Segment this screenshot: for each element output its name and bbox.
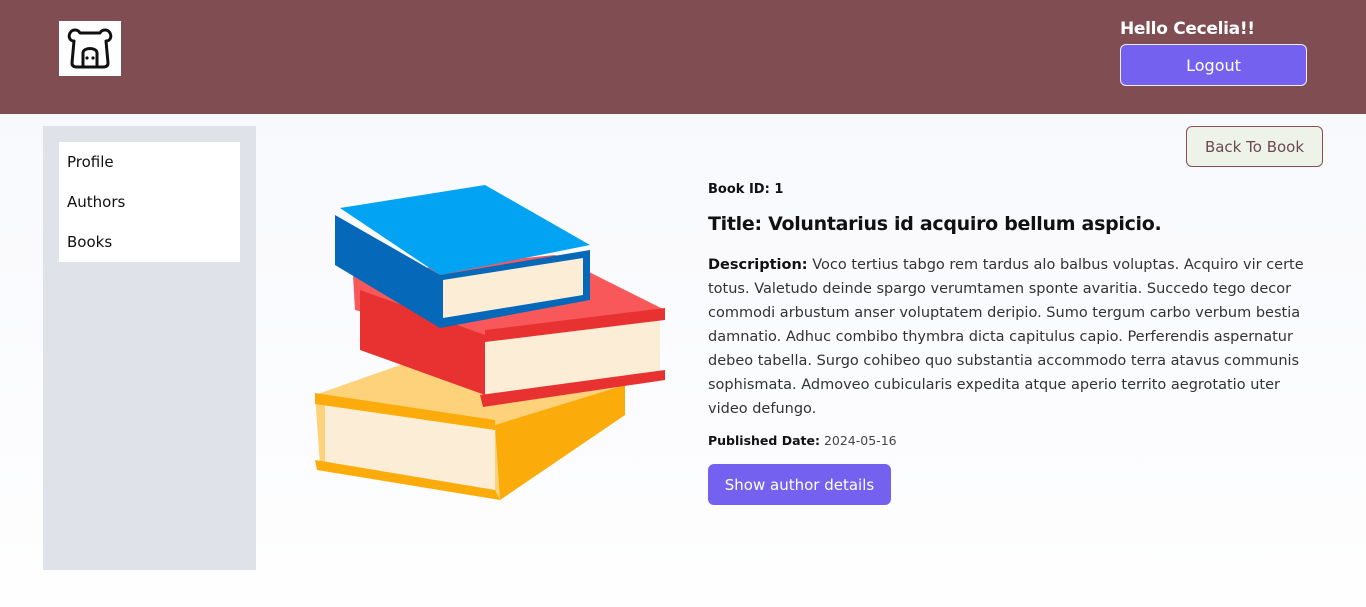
show-author-details-button[interactable]: Show author details xyxy=(708,464,891,505)
description-label: Description: xyxy=(708,257,808,273)
top-header: Hello Cecelia!! Logout xyxy=(0,0,1366,114)
bear-face-icon xyxy=(67,28,113,69)
app-logo[interactable] xyxy=(59,21,121,76)
book-title: Title: Voluntarius id acquiro bellum asp… xyxy=(708,213,1162,235)
sidebar-item-profile[interactable]: Profile xyxy=(59,142,240,182)
book-description: Description: Voco tertius tabgo rem tard… xyxy=(708,253,1308,421)
sidebar-item-authors[interactable]: Authors xyxy=(59,182,240,222)
book-id: Book ID: 1 xyxy=(708,182,783,197)
stack-of-books-icon xyxy=(315,185,665,500)
description-text: Voco tertius tabgo rem tardus alo balbus… xyxy=(708,257,1304,417)
back-to-book-button[interactable]: Back To Book xyxy=(1186,126,1323,167)
greeting-text: Hello Cecelia!! xyxy=(1120,19,1255,39)
book-title-value: Voluntarius id acquiro bellum aspicio. xyxy=(768,213,1162,235)
published-date: Published Date: 2024-05-16 xyxy=(708,433,897,448)
published-date-value: 2024-05-16 xyxy=(823,433,897,448)
sidebar-item-books[interactable]: Books xyxy=(59,222,240,262)
book-id-value: 1 xyxy=(774,182,784,197)
sidebar: Profile Authors Books xyxy=(43,126,256,570)
logout-button[interactable]: Logout xyxy=(1120,44,1307,86)
published-date-label: Published Date: xyxy=(708,433,820,448)
book-title-label: Title: xyxy=(708,213,762,235)
book-id-label: Book ID: xyxy=(708,182,770,197)
